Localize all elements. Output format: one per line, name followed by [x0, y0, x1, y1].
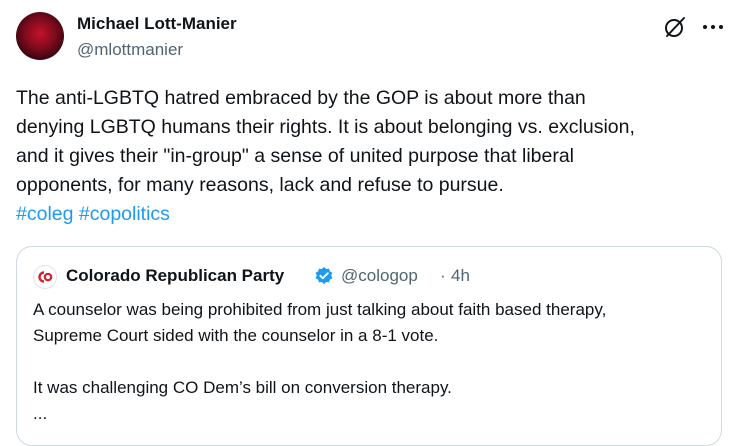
more-icon[interactable]	[700, 14, 726, 40]
quoted-line: It was challenging CO Dem’s bill on conv…	[33, 378, 452, 397]
tweet-line: and it gives their "in-group" a sense of…	[16, 145, 575, 167]
tweet-line: The anti-LGBTQ hatred embraced by the GO…	[16, 87, 586, 109]
verified-icon	[314, 266, 334, 286]
hashtag-link[interactable]: #coleg	[16, 203, 73, 225]
author-avatar[interactable]	[16, 12, 64, 60]
author-handle[interactable]: @mlottmanier	[77, 40, 183, 60]
quoted-author-name[interactable]: Colorado Republican Party	[66, 266, 284, 286]
tweet-line: denying LGBTQ humans their rights. It is…	[16, 116, 635, 138]
quoted-avatar[interactable]	[33, 265, 57, 289]
quoted-line: A counselor was being prohibited from ju…	[33, 300, 607, 319]
quoted-line	[33, 349, 713, 375]
tweet-text: The anti-LGBTQ hatred embraced by the GO…	[16, 84, 736, 229]
tweet-line: opponents, for many reasons, lack and re…	[16, 174, 504, 196]
quoted-line: Supreme Court sided with the counselor i…	[33, 326, 439, 345]
author-name[interactable]: Michael Lott-Manier	[77, 14, 237, 34]
hashtag-link[interactable]: #copolitics	[79, 203, 170, 225]
hashtags-line: #coleg #copolitics	[16, 200, 736, 229]
quoted-tweet-card[interactable]: Colorado Republican Party @cologop · 4h …	[16, 246, 722, 446]
quoted-tweet-text: A counselor was being prohibited from ju…	[33, 297, 713, 427]
separator-dot: ·	[440, 266, 446, 285]
quoted-timestamp[interactable]: 4h	[451, 266, 470, 286]
grok-icon[interactable]	[662, 14, 688, 40]
colorado-gop-logo-icon	[36, 268, 54, 286]
quoted-line: ...	[33, 404, 48, 423]
quoted-author-handle[interactable]: @cologop	[341, 266, 418, 286]
